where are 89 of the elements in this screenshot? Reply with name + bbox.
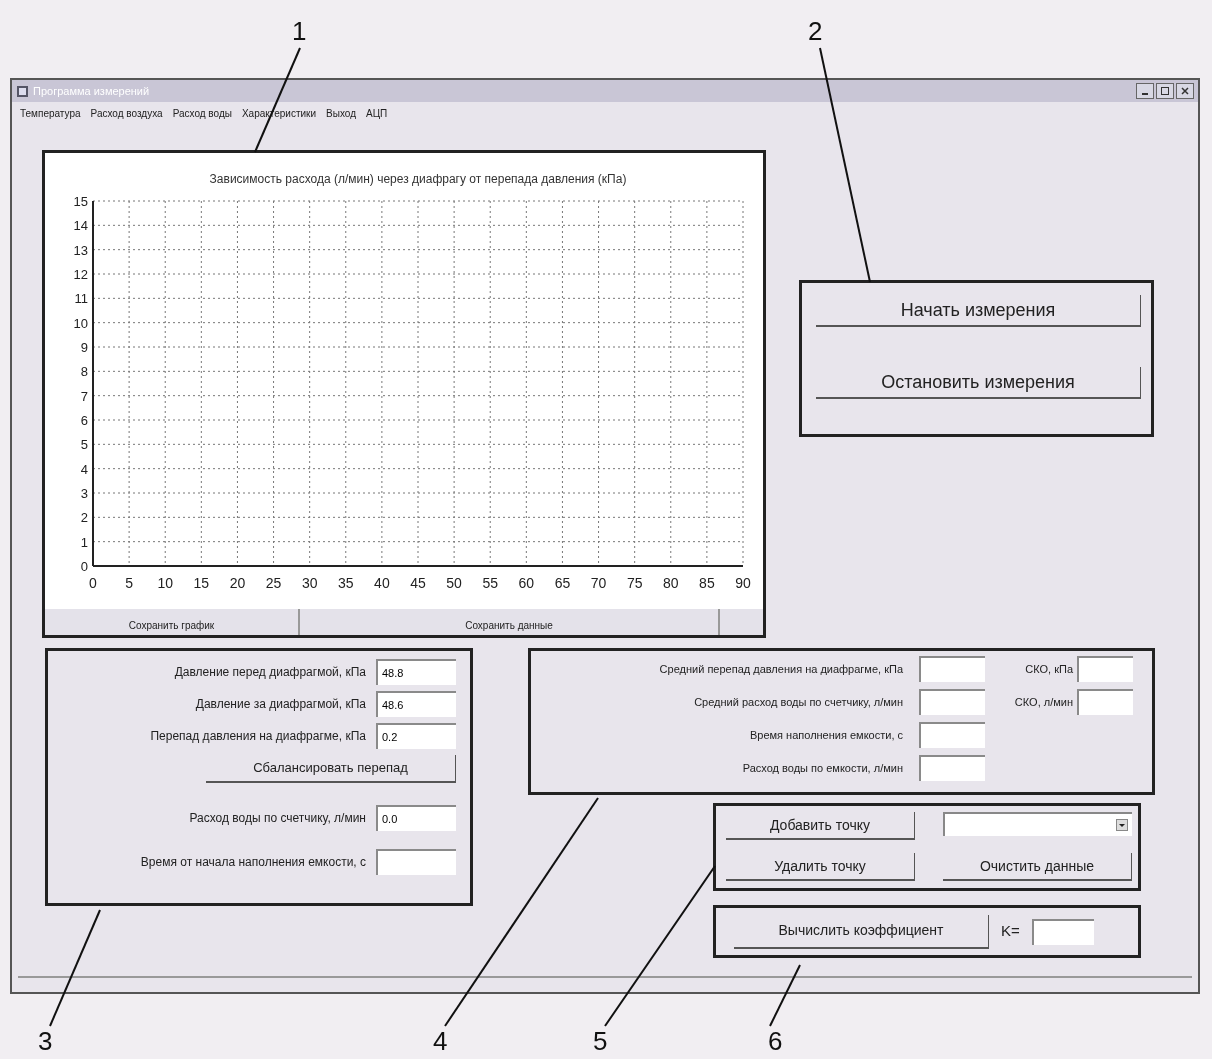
callout-number: 5 [593, 1028, 608, 1054]
callout-number: 6 [768, 1028, 783, 1054]
input-field[interactable]: 0.2 [376, 723, 456, 749]
field-label: СКО, кПа [1024, 661, 1074, 677]
y-tick-label: 13 [73, 242, 88, 258]
y-tick-label: 11 [74, 291, 88, 307]
callout-number: 3 [38, 1028, 53, 1054]
x-tick-label: 20 [229, 575, 246, 591]
x-tick-label: 90 [735, 575, 751, 591]
close-button[interactable] [1176, 83, 1194, 99]
x-tick-label: 60 [518, 575, 535, 591]
x-tick-label: 70 [590, 575, 607, 591]
field-label: Время наполнения емкости, с [748, 727, 903, 743]
minimize-button[interactable] [1136, 83, 1154, 99]
field-label: Давление за диафрагмой, кПа [195, 696, 366, 713]
x-tick-label: 40 [374, 575, 390, 591]
callout-number: 2 [808, 18, 823, 44]
save-chart-button[interactable]: Сохранить график [45, 609, 300, 635]
y-tick-label: 1 [80, 534, 88, 550]
field-label: Средний перепад давления на диафрагме, кПа [658, 661, 903, 677]
callout-number: 1 [292, 18, 307, 44]
input-field[interactable]: 0.0 [376, 805, 456, 831]
x-tick-label: 85 [699, 575, 715, 591]
field-label: Давление перед диафрагмой, кПа [174, 664, 366, 681]
start-button[interactable]: Начать измерения [816, 295, 1141, 327]
calculate-button[interactable]: Вычислить коэффициент [734, 914, 989, 949]
x-tick-label: 65 [554, 575, 571, 591]
x-tick-label: 5 [125, 575, 133, 591]
y-tick-label: 14 [73, 218, 88, 234]
y-tick-label: 0 [80, 559, 88, 574]
coefficient-label: K= [1001, 921, 1020, 942]
y-tick-label: 6 [80, 413, 88, 428]
y-tick-label: 2 [80, 510, 88, 526]
input-field[interactable] [1077, 656, 1133, 682]
y-tick-label: 12 [73, 267, 88, 282]
x-tick-label: 15 [193, 575, 210, 591]
x-tick-label: 10 [157, 575, 173, 591]
chart-title: Зависимость расхода (л/мин) через диафрагу от перепада давления (кПа) [209, 172, 627, 186]
point-dropdown[interactable] [943, 812, 1132, 836]
menu-item[interactable]: АЦП [366, 105, 388, 121]
x-tick-label: 25 [265, 575, 282, 591]
y-tick-label: 9 [80, 340, 88, 355]
input-field[interactable]: 48.6 [376, 691, 456, 717]
field-label: СКО, л/мин [1013, 694, 1074, 710]
input-field[interactable]: 48.8 [376, 659, 456, 685]
window-title: Программа измерений [33, 83, 150, 99]
input-field[interactable] [919, 722, 985, 748]
balance-button[interactable]: Сбалансировать перепад [206, 755, 456, 783]
input-field[interactable] [1077, 689, 1133, 715]
field-label: Расход воды по счетчику, л/мин [189, 810, 366, 827]
x-tick-label: 75 [626, 575, 643, 591]
remove-point-button[interactable]: Удалить точку [726, 853, 915, 881]
y-tick-label: 7 [80, 388, 88, 404]
field-label: Расход воды по емкости, л/мин [741, 760, 903, 776]
stop-button[interactable]: Остановить измерения [816, 367, 1141, 399]
field-label: Время от начала наполнения емкости, с [140, 854, 366, 871]
input-field[interactable] [376, 849, 456, 875]
menu-item[interactable]: Расход воды [172, 105, 232, 121]
menu-item[interactable]: Расход воздуха [90, 105, 163, 121]
field-label: Перепад давления на диафрагме, кПа [150, 728, 366, 745]
input-field[interactable] [919, 755, 985, 781]
close-icon [1181, 87, 1189, 95]
menu-item[interactable]: Выход [326, 105, 356, 121]
y-tick-label: 15 [73, 194, 88, 209]
menu-item[interactable]: Температура [20, 105, 81, 121]
y-tick-label: 10 [73, 315, 88, 331]
y-tick-label: 3 [80, 486, 88, 501]
maximize-button[interactable] [1156, 83, 1174, 99]
maximize-icon [1161, 87, 1169, 95]
add-point-button[interactable]: Добавить точку [726, 812, 915, 840]
save-data-button[interactable]: Сохранить данные [300, 609, 720, 635]
y-tick-label: 8 [80, 364, 88, 380]
callout-number: 4 [433, 1028, 448, 1054]
x-tick-label: 30 [301, 575, 318, 591]
clear-data-button[interactable]: Очистить данные [943, 853, 1132, 881]
app-icon [16, 84, 29, 98]
x-tick-label: 80 [663, 575, 679, 591]
y-tick-label: 5 [80, 437, 88, 453]
input-field[interactable] [919, 689, 985, 715]
x-tick-label: 45 [410, 575, 426, 591]
x-tick-label: 50 [446, 575, 462, 591]
x-tick-label: 0 [89, 575, 97, 591]
field-label: Средний расход воды по счетчику, л/мин [693, 694, 903, 710]
y-tick-label: 4 [80, 461, 88, 477]
input-field[interactable] [1031, 918, 1094, 945]
x-tick-label: 55 [482, 575, 498, 591]
leader-line [769, 964, 801, 1027]
x-tick-label: 35 [338, 575, 354, 591]
input-field[interactable] [919, 656, 985, 682]
